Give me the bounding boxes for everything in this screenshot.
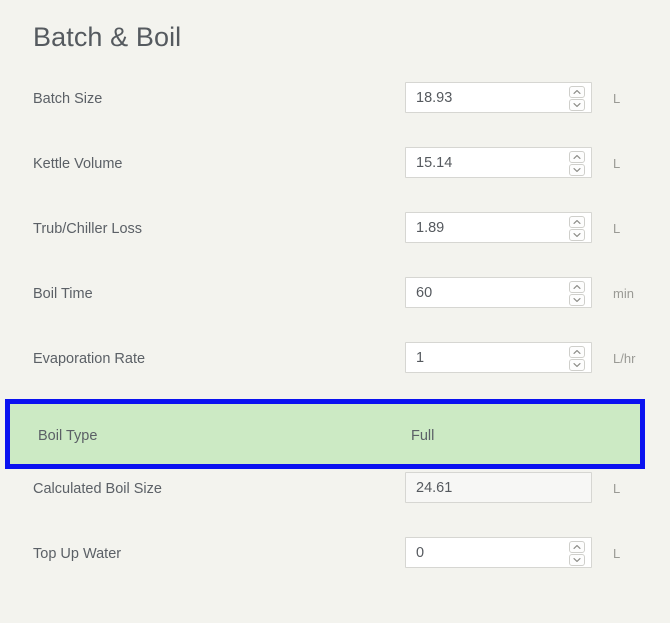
kettle-volume-input[interactable]: 15.14: [405, 147, 592, 178]
unit-label-boil-time: min: [613, 286, 634, 301]
row-label-kettle-volume: Kettle Volume: [33, 156, 123, 172]
chevron-down-icon[interactable]: [569, 554, 585, 566]
row-label-boil-type: Boil Type: [38, 428, 98, 444]
chevron-up-icon[interactable]: [569, 346, 585, 358]
boil-time-stepper: [569, 281, 585, 306]
field-wrapper-top-up-water: 0: [405, 537, 592, 568]
batch-and-boil-panel: Batch & Boil Batch Size 18.93 L Kettle Volu…: [0, 0, 670, 623]
chevron-down-icon[interactable]: [569, 99, 585, 111]
batch-size-input[interactable]: 18.93: [405, 82, 592, 113]
form-row-boil-type: Boil Type Full: [0, 399, 670, 469]
unit-label-evaporation-rate: L/hr: [613, 351, 636, 366]
trub-chiller-loss-stepper: [569, 216, 585, 241]
field-wrapper-evaporation-rate: 1: [405, 342, 592, 373]
row-label-boil-time: Boil Time: [33, 286, 93, 302]
boil-time-input[interactable]: 60: [405, 277, 592, 308]
batch-boil-form: Batch Size 18.93 L Kettle Volume 15.14 L Trub/…: [0, 78, 670, 598]
field-wrapper-batch-size: 18.93: [405, 82, 592, 113]
row-label-trub-chiller-loss: Trub/Chiller Loss: [33, 221, 143, 237]
field-wrapper-trub-chiller-loss: 1.89: [405, 212, 592, 243]
top-up-water-value: 0: [416, 545, 425, 561]
trub-chiller-loss-value: 1.89: [416, 220, 445, 236]
row-label-top-up-water: Top Up Water: [33, 546, 122, 562]
batch-size-stepper: [569, 86, 585, 111]
evaporation-rate-input[interactable]: 1: [405, 342, 592, 373]
chevron-up-icon[interactable]: [569, 151, 585, 163]
row-label-batch-size: Batch Size: [33, 91, 103, 107]
field-wrapper-calculated-boil-size: 24.61: [405, 472, 592, 503]
calculated-boil-size-value: 24.61: [416, 480, 453, 496]
field-wrapper-boil-time: 60: [405, 277, 592, 308]
chevron-up-icon[interactable]: [569, 541, 585, 553]
unit-label-calculated-boil-size: L: [613, 481, 621, 496]
batch-size-value: 18.93: [416, 90, 453, 106]
form-row-kettle-volume: Kettle Volume 15.14 L: [0, 143, 670, 208]
boil-time-value: 60: [416, 285, 433, 301]
kettle-volume-value: 15.14: [416, 155, 453, 171]
form-row-boil-time: Boil Time 60 min: [0, 273, 670, 338]
field-wrapper-kettle-volume: 15.14: [405, 147, 592, 178]
chevron-up-icon[interactable]: [569, 86, 585, 98]
top-up-water-input[interactable]: 0: [405, 537, 592, 568]
form-row-trub-chiller-loss: Trub/Chiller Loss 1.89 L: [0, 208, 670, 273]
kettle-volume-stepper: [569, 151, 585, 176]
form-row-calculated-boil-size: Calculated Boil Size 24.61 L: [0, 468, 670, 533]
chevron-down-icon[interactable]: [569, 359, 585, 371]
form-row-top-up-water: Top Up Water 0 L: [0, 533, 670, 598]
chevron-down-icon[interactable]: [569, 294, 585, 306]
evaporation-rate-value: 1: [416, 350, 425, 366]
chevron-down-icon[interactable]: [569, 164, 585, 176]
chevron-up-icon[interactable]: [569, 216, 585, 228]
form-row-evaporation-rate: Evaporation Rate 1 L/hr: [0, 338, 670, 403]
unit-label-kettle-volume: L: [613, 156, 621, 171]
unit-label-top-up-water: L: [613, 546, 621, 561]
row-label-evaporation-rate: Evaporation Rate: [33, 351, 146, 367]
trub-chiller-loss-input[interactable]: 1.89: [405, 212, 592, 243]
chevron-up-icon[interactable]: [569, 281, 585, 293]
form-row-batch-size: Batch Size 18.93 L: [0, 78, 670, 143]
calculated-boil-size-input: 24.61: [405, 472, 592, 503]
row-label-calculated-boil-size: Calculated Boil Size: [33, 481, 162, 497]
chevron-down-icon[interactable]: [569, 229, 585, 241]
highlighted-row-boil-type[interactable]: Boil Type Full: [5, 399, 645, 469]
unit-label-trub-chiller-loss: L: [613, 221, 621, 236]
top-up-water-stepper: [569, 541, 585, 566]
evaporation-rate-stepper: [569, 346, 585, 371]
unit-label-batch-size: L: [613, 91, 621, 106]
page-title: Batch & Boil: [33, 22, 182, 52]
row-value-boil-type[interactable]: Full: [411, 426, 434, 446]
